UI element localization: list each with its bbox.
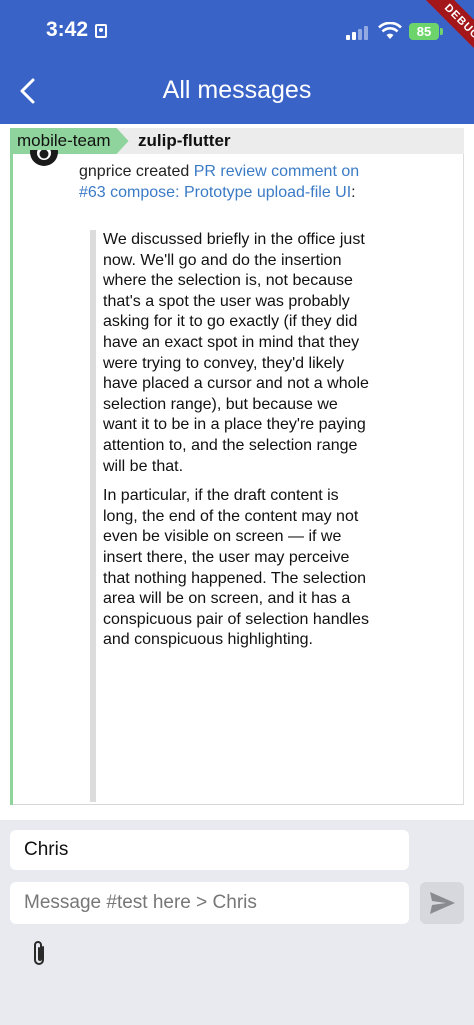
stream-color-bar bbox=[10, 154, 13, 805]
app-bar: 3:42 85 DEBUG All messages bbox=[0, 0, 474, 124]
attach-file-button[interactable] bbox=[26, 938, 54, 970]
send-icon bbox=[430, 892, 455, 914]
quote-paragraph: We discussed briefly in the office just … bbox=[103, 231, 369, 475]
message-input[interactable] bbox=[10, 882, 409, 924]
quote-block: We discussed briefly in the office just … bbox=[103, 230, 369, 660]
quote-bar bbox=[90, 230, 96, 802]
message-border bbox=[463, 154, 464, 805]
status-time: 3:42 bbox=[46, 18, 89, 41]
topic-input[interactable] bbox=[10, 830, 409, 870]
topic-name[interactable]: zulip-flutter bbox=[138, 128, 231, 154]
paperclip-icon bbox=[34, 941, 44, 965]
page-title: All messages bbox=[162, 76, 312, 104]
avatar[interactable] bbox=[28, 150, 60, 172]
message-suffix: : bbox=[351, 184, 356, 201]
recipient-header[interactable]: mobile-team zulip-flutter bbox=[10, 128, 464, 154]
message-header-text: gnprice created PR review comment on #63… bbox=[79, 161, 379, 203]
author-action: gnprice created bbox=[79, 163, 194, 180]
wifi-icon bbox=[378, 22, 402, 39]
battery-icon bbox=[440, 28, 443, 35]
send-button[interactable] bbox=[420, 882, 464, 924]
person-icon bbox=[95, 24, 107, 38]
quote-paragraph: In particular, if the draft content is l… bbox=[103, 487, 369, 649]
cellular-signal-icon bbox=[346, 26, 372, 40]
battery-level: 85 bbox=[409, 23, 439, 40]
github-avatar-icon bbox=[30, 150, 58, 166]
